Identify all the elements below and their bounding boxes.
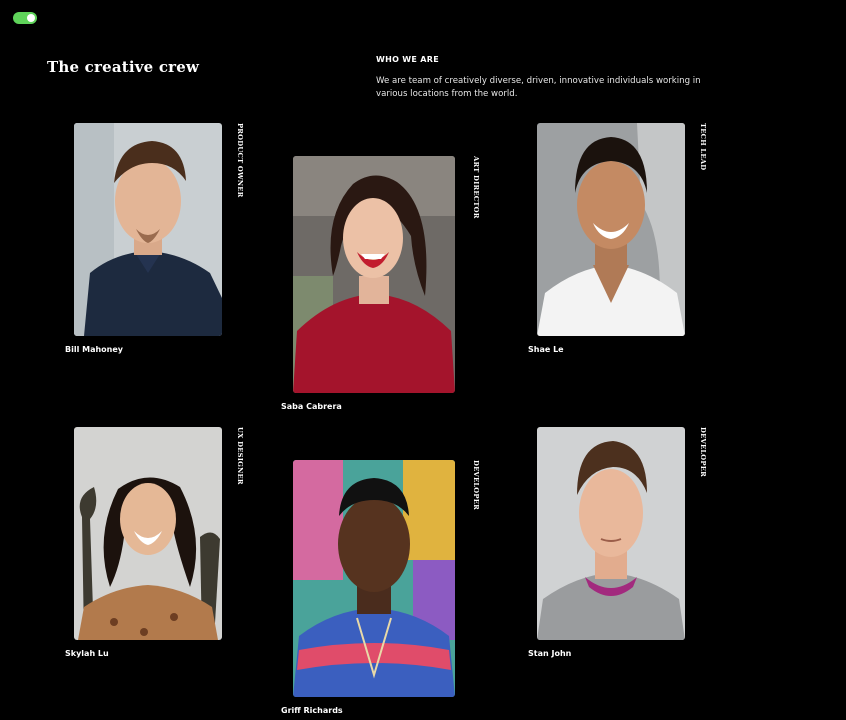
team-card-griff-richards[interactable]: DEVELOPER Griff Richards xyxy=(281,460,491,720)
who-we-are-description: We are team of creatively diverse, drive… xyxy=(376,76,701,99)
team-card-bill-mahoney[interactable]: PRODUCT OWNER Bill Mahoney xyxy=(65,123,255,363)
team-photo xyxy=(293,460,455,697)
team-name: Bill Mahoney xyxy=(65,345,123,354)
toggle-knob xyxy=(27,14,35,22)
team-role: DEVELOPER xyxy=(472,460,480,510)
team-name: Skylah Lu xyxy=(65,649,109,658)
team-role: ART DIRECTOR xyxy=(472,156,480,219)
team-card-stan-john[interactable]: DEVELOPER Stan John xyxy=(528,427,718,667)
team-name: Stan John xyxy=(528,649,572,658)
team-role: DEVELOPER xyxy=(699,427,707,477)
page-title: The creative crew xyxy=(47,58,200,76)
team-card-skylah-lu[interactable]: UX DESIGNER Skylah Lu xyxy=(65,427,255,667)
team-role: UX DESIGNER xyxy=(236,427,244,485)
team-photo xyxy=(537,123,685,336)
team-card-saba-cabrera[interactable]: ART DIRECTOR Saba Cabrera xyxy=(281,156,491,416)
who-we-are-heading: WHO WE ARE xyxy=(376,55,439,64)
team-name: Shae Le xyxy=(528,345,564,354)
team-photo xyxy=(537,427,685,640)
team-photo xyxy=(74,123,222,336)
team-card-shae-le[interactable]: TECH LEAD Shae Le xyxy=(528,123,718,363)
team-photo xyxy=(293,156,455,393)
team-role: PRODUCT OWNER xyxy=(236,123,244,198)
team-name: Saba Cabrera xyxy=(281,402,342,411)
team-name: Griff Richards xyxy=(281,706,343,715)
team-photo xyxy=(74,427,222,640)
team-role: TECH LEAD xyxy=(699,123,707,171)
theme-toggle[interactable] xyxy=(13,12,37,24)
